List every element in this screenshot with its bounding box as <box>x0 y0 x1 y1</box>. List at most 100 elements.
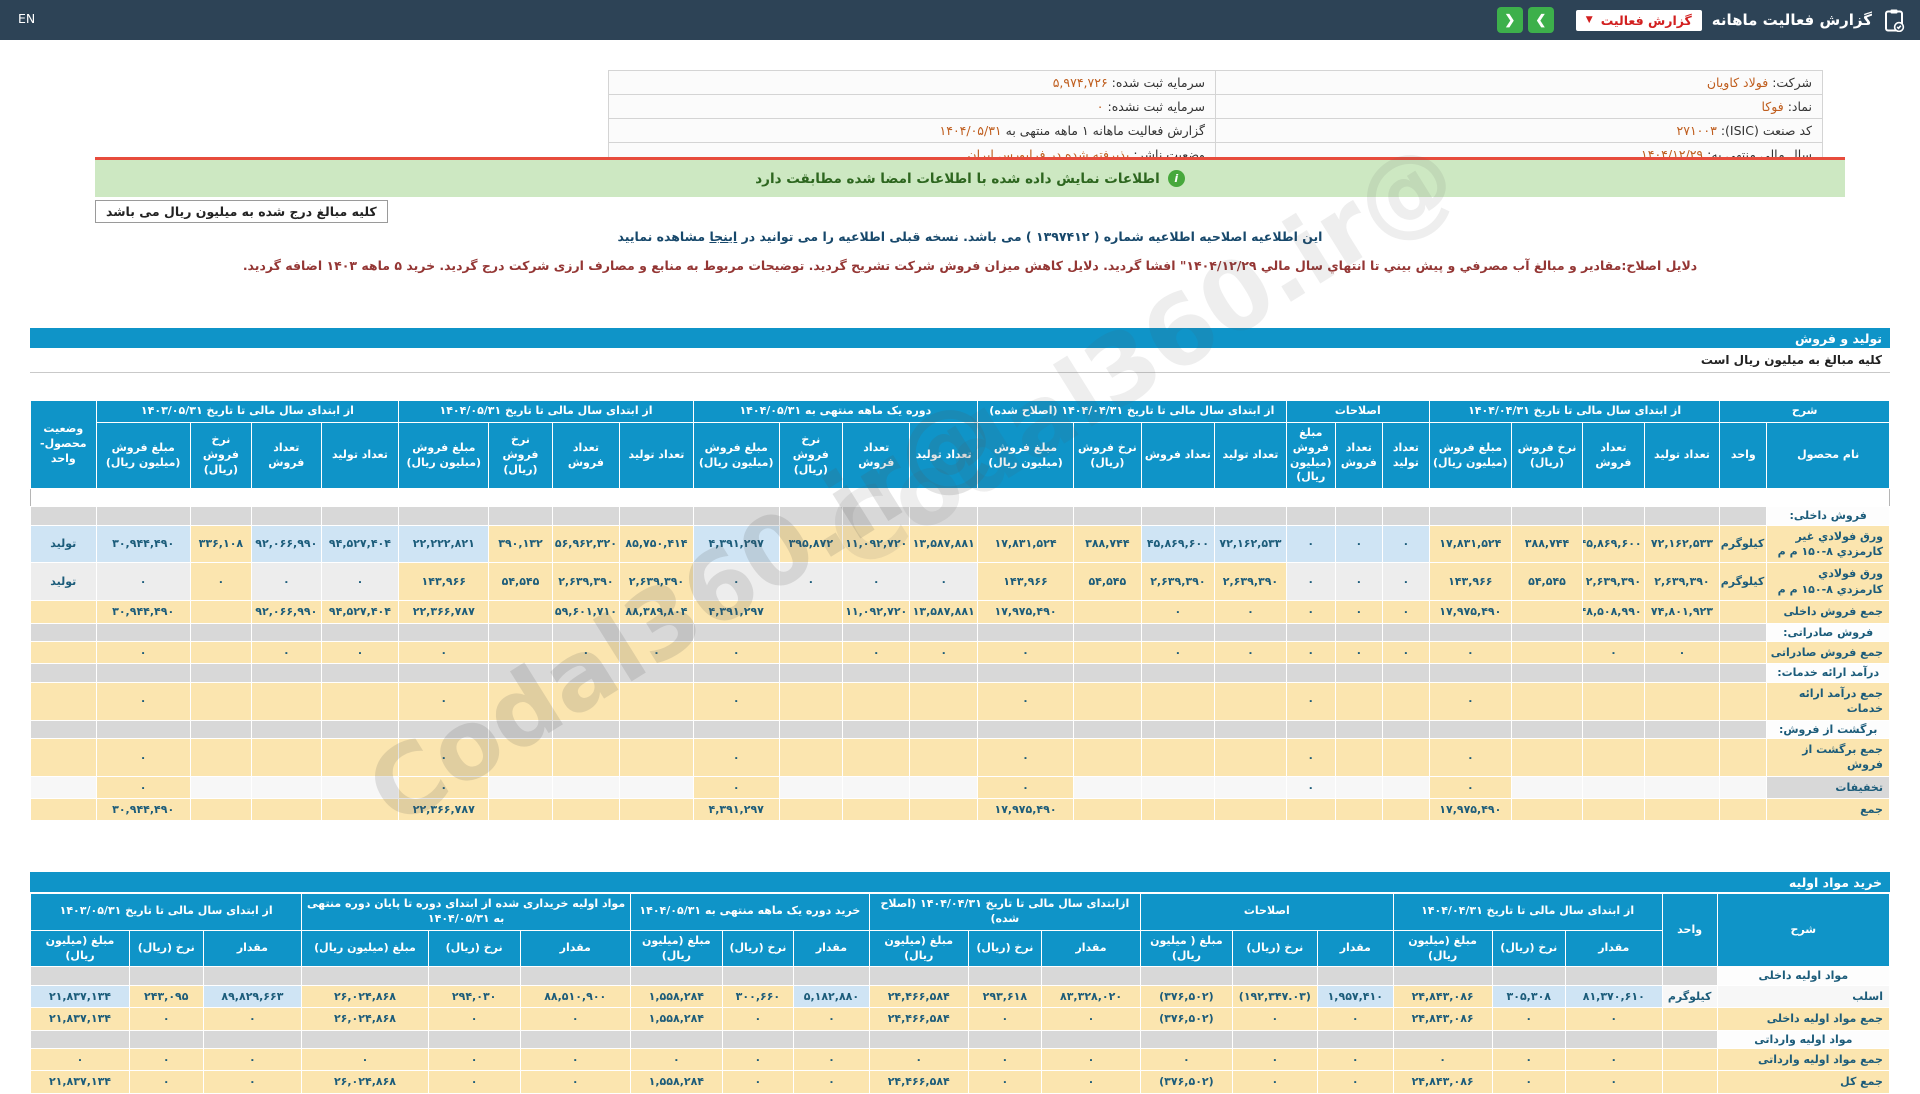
column-group-header: شرح <box>1719 400 1890 423</box>
column-group-header: ازابتدای سال مالی تا تاریخ ۱۴۰۴/۰۴/۳۱ (ا… <box>868 893 1141 931</box>
section-row-fill <box>868 966 969 986</box>
section-row-fill <box>909 719 978 739</box>
value-cell <box>1073 775 1142 800</box>
section-row-fill <box>1719 622 1768 642</box>
section-row-fill <box>1381 506 1430 526</box>
section-row-fill <box>398 506 490 526</box>
value-cell: ۰ <box>129 1070 204 1094</box>
section-row-fill <box>967 1029 1043 1049</box>
company-info-cell: شرکت:فولاد کاویان <box>1215 70 1823 95</box>
value-cell <box>320 737 400 777</box>
row-label-cell: ورق فولادي کارمزدي ۸-۱۵۰ م م <box>1766 562 1890 602</box>
value-cell <box>1661 1007 1718 1031</box>
value-cell: ۰ <box>202 1070 303 1094</box>
value-cell: ۰ <box>95 737 191 777</box>
section-row-fill <box>1041 1029 1141 1049</box>
value-cell <box>30 775 97 800</box>
section-row-fill <box>1073 663 1142 683</box>
value-cell: ۳۸۸,۷۴۴ <box>1073 524 1142 564</box>
section-row-fill <box>1140 622 1216 642</box>
previous-report-button[interactable]: ❮ <box>1496 7 1523 33</box>
value-cell: ۱۱,۰۹۲,۷۲۰ <box>842 524 911 564</box>
report-type-dropdown[interactable]: گزارش فعالیت ▼ <box>1575 9 1702 31</box>
value-cell: (۳۷۶,۵۰۲) <box>1139 984 1233 1009</box>
column-group-header: مواد اولیه خریداری شده از ابتدای دوره تا… <box>301 893 631 931</box>
info-label: گزارش فعالیت ماهانه ۱ ماهه منتهی به <box>1005 123 1205 138</box>
value-cell <box>1643 681 1721 721</box>
value-cell: ۰ <box>95 640 191 665</box>
value-cell: ۸۳,۳۲۸,۰۲۰ <box>1041 984 1141 1009</box>
value-cell: ۴۵,۸۶۹,۶۰۰ <box>1140 524 1216 564</box>
value-cell <box>1140 775 1216 800</box>
table-row: جمع مواد اولیه داخلی ۰ ۰ ۲۴,۸۴۳,۰۸۶ ۰ ۰ (۳۷۶,۵… <box>30 1007 1891 1031</box>
value-cell <box>619 737 694 777</box>
value-cell: ۲۴,۴۶۶,۵۸۴ <box>868 984 969 1009</box>
value-cell: ۲۹۴,۰۳۰ <box>427 984 521 1009</box>
value-cell: ۳۰,۹۴۴,۴۹۰ <box>95 600 191 624</box>
value-cell: ۰ <box>1285 524 1336 564</box>
value-cell: ۲۹۳,۶۱۸ <box>967 984 1043 1009</box>
next-report-button[interactable]: ❯ <box>1527 7 1554 33</box>
table-row: جمع فروش داخلی ۷۴,۸۰۱,۹۲۳ ۴۸,۵۰۸,۹۹۰ ۱۷,۹۷۵… <box>30 600 1890 624</box>
column-header: تعداد فروش <box>1334 421 1383 490</box>
section-row-fill <box>1285 719 1336 739</box>
section-row-fill <box>202 1029 303 1049</box>
value-cell: ۰ <box>692 562 780 602</box>
value-cell: ۰ <box>1231 1047 1318 1072</box>
table-row: مواد اولیه داخلی <box>30 966 1891 986</box>
section-row-fill <box>1231 966 1318 986</box>
value-cell <box>1661 1070 1718 1094</box>
value-cell <box>1381 775 1430 800</box>
language-switch-en[interactable]: EN <box>18 11 35 26</box>
value-cell <box>1510 640 1584 665</box>
column-header: نام محصول <box>1766 421 1890 490</box>
info-label: سرمایه ثبت شده: <box>1111 75 1205 90</box>
value-cell: ۱۴۳,۹۶۶ <box>398 562 490 602</box>
value-cell: ۲۲,۳۶۶,۷۸۷ <box>398 600 490 624</box>
value-cell <box>842 775 911 800</box>
value-cell <box>488 775 553 800</box>
column-header: نرخ فروش (ریال) <box>778 421 844 490</box>
value-cell <box>1381 798 1430 822</box>
section-row-fill <box>1285 663 1336 683</box>
column-header: نرخ (ریال) <box>427 929 521 968</box>
section-row-fill <box>95 506 191 526</box>
column-header: مبلغ (میلیون ریال) <box>30 929 130 968</box>
section-row-fill <box>692 719 780 739</box>
value-cell: ۰ <box>427 1070 521 1094</box>
clipboard-report-icon <box>1882 8 1906 33</box>
previous-notice-link[interactable]: اینجا <box>709 229 737 244</box>
value-cell: ۲۶,۰۲۴,۸۶۸ <box>301 1007 429 1031</box>
value-cell <box>1214 775 1287 800</box>
section-row-fill <box>1140 719 1216 739</box>
value-cell: ۰ <box>95 681 191 721</box>
section-row-fill <box>129 1029 204 1049</box>
value-cell: ۲,۶۳۹,۳۹۰ <box>1140 562 1216 602</box>
column-header: مبلغ فروش (میلیون ریال) <box>1285 421 1336 490</box>
value-cell: ۰ <box>1491 1070 1567 1094</box>
section-row-fill <box>129 966 204 986</box>
section-row-fill <box>721 966 795 986</box>
section-row-label: فروش صادراتی: <box>1766 622 1890 642</box>
section-row-label: برگشت از فروش: <box>1766 719 1890 739</box>
value-cell <box>1140 798 1216 822</box>
table-row: ورق فولادي غير کارمزدي ۸-۱۵۰ م م کیلوگرم ۷… <box>30 524 1890 564</box>
value-cell <box>1661 1047 1718 1072</box>
value-cell <box>30 681 97 721</box>
value-cell <box>909 775 978 800</box>
section-row-fill <box>692 622 780 642</box>
value-cell <box>1719 640 1768 665</box>
value-cell <box>1140 737 1216 777</box>
value-cell: (۳۷۶,۵۰۲) <box>1139 1007 1233 1031</box>
value-cell <box>251 798 322 822</box>
value-cell: ۱۷,۸۳۱,۵۲۴ <box>976 524 1075 564</box>
section-row-fill <box>1381 622 1430 642</box>
value-cell <box>1214 737 1287 777</box>
value-cell <box>1582 737 1645 777</box>
section-row-fill <box>1214 622 1287 642</box>
column-header: مبلغ فروش (میلیون ریال) <box>976 421 1075 490</box>
value-cell: ۰ <box>427 1007 521 1031</box>
section-title-production-sales: تولید و فروش <box>30 328 1890 348</box>
company-info-row: نماد:فوکا سرمایه ثبت نشده:۰ <box>608 94 1823 119</box>
value-cell: ۹۴,۵۲۷,۴۰۴ <box>320 524 400 564</box>
